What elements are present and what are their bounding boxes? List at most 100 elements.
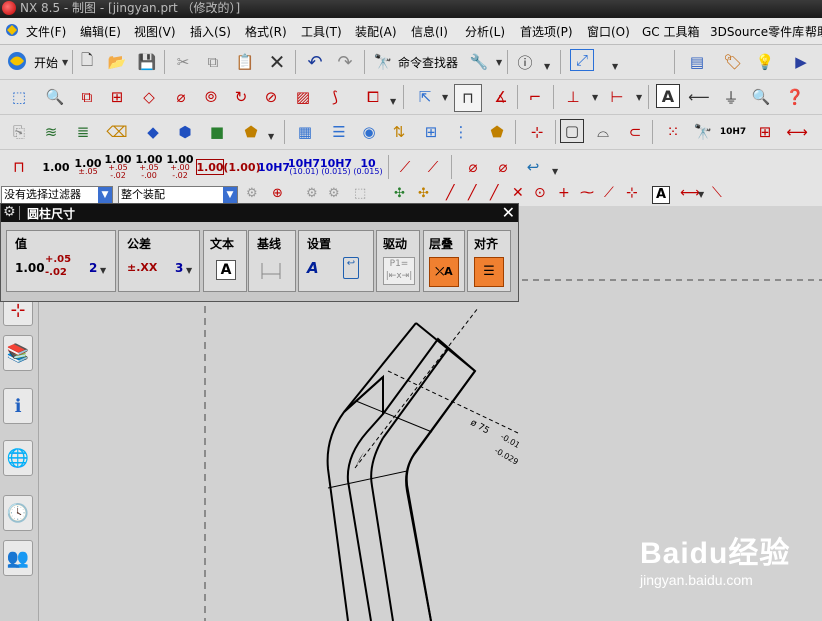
tabular-note-icon[interactable]: ⋮: [448, 119, 474, 145]
baseline-icon[interactable]: [259, 260, 283, 282]
history-icon[interactable]: 🕓: [3, 495, 33, 531]
dropdown-icon[interactable]: ▼: [552, 167, 558, 176]
unfolded-section-icon[interactable]: ▨: [290, 84, 316, 110]
dropdown-icon[interactable]: ▼: [612, 62, 618, 71]
redo-icon[interactable]: ↷: [332, 49, 358, 75]
start-icon[interactable]: [6, 50, 28, 72]
text-select-icon[interactable]: A: [652, 186, 670, 204]
chamfer-dimension-icon[interactable]: ⌐: [522, 84, 548, 110]
type-filter-select[interactable]: 没有选择过滤器 ▼: [1, 186, 113, 204]
dimension-nominal-text[interactable]: ø 75: [469, 418, 491, 437]
menu-window[interactable]: 窗口(O): [587, 23, 630, 40]
snap-tangent-icon[interactable]: ⁓: [580, 185, 594, 201]
layer-settings-icon[interactable]: ≣: [70, 119, 96, 145]
radius-dimension-icon[interactable]: ⟋: [392, 154, 418, 180]
dropdown-icon[interactable]: ▼: [442, 93, 448, 102]
new-sheet-icon[interactable]: ⬚: [6, 84, 32, 110]
menu-insert[interactable]: 插入(S): [190, 23, 231, 40]
parts-list-icon[interactable]: ☰: [326, 119, 352, 145]
zoom-icon[interactable]: 🔍: [748, 84, 774, 110]
internet-explorer-icon[interactable]: ℹ: [3, 388, 33, 424]
nx-menu-icon[interactable]: [4, 22, 20, 38]
tolerance-format[interactable]: ±.XX: [127, 261, 157, 274]
start-dropdown-icon[interactable]: ▼: [62, 58, 68, 67]
zone-icon[interactable]: ⊂: [622, 119, 648, 145]
chevron-down-icon[interactable]: ▼: [186, 266, 192, 275]
stack-icon[interactable]: ⤫A: [429, 257, 459, 287]
close-icon[interactable]: ✕: [502, 203, 515, 222]
save-icon[interactable]: 💾: [134, 49, 160, 75]
projected-view-icon[interactable]: ⧉: [74, 84, 100, 110]
half-section-icon[interactable]: ⦾: [198, 84, 224, 110]
note-icon[interactable]: A: [656, 84, 680, 108]
dimension-align-icon[interactable]: ⟷: [784, 119, 810, 145]
angular-dimension-icon[interactable]: ∡: [488, 84, 514, 110]
table-note-icon[interactable]: ▦: [292, 119, 318, 145]
cylinder-section-icon[interactable]: ⊘: [258, 84, 284, 110]
solid-shade-icon[interactable]: ■: [204, 119, 230, 145]
view-style-icon[interactable]: ⎘: [6, 119, 32, 145]
cut-icon[interactable]: ✂: [170, 49, 196, 75]
web-browser-icon[interactable]: 🌐: [3, 440, 33, 476]
base-view-icon[interactable]: 🔍: [42, 84, 68, 110]
paste-icon[interactable]: 📋: [232, 49, 258, 75]
origin-icon[interactable]: ⊹: [524, 119, 550, 145]
dimension-upper-tol[interactable]: -0.01: [499, 432, 521, 450]
hole-table-icon[interactable]: ⊞: [418, 119, 444, 145]
menu-gc-toolbox[interactable]: GC 工具箱: [642, 23, 700, 40]
undo-icon[interactable]: ↶: [302, 49, 328, 75]
hole-diameter-icon[interactable]: ⌀: [490, 154, 516, 180]
grid-dimension-icon[interactable]: ⊞: [752, 119, 778, 145]
ordinate-dimension-icon[interactable]: ⊢: [604, 84, 630, 110]
snap-intersection-icon[interactable]: ✕: [512, 185, 524, 201]
select-multiple-icon[interactable]: ⚙: [328, 186, 340, 201]
auto-balloon-icon[interactable]: ◉: [356, 119, 382, 145]
surface-finish-icon[interactable]: ◆: [140, 119, 166, 145]
leader-select-icon[interactable]: ⟍: [712, 185, 722, 201]
value-nominal[interactable]: 1.00: [15, 261, 45, 275]
fit-view-icon[interactable]: ⤢: [570, 49, 594, 71]
tolerance-precision[interactable]: 3: [175, 261, 183, 275]
centerline-icon[interactable]: ⇱: [412, 84, 438, 110]
delete-icon[interactable]: ✕: [264, 49, 290, 75]
tag-icon[interactable]: 🏷: [720, 49, 746, 75]
snap-grid-icon[interactable]: ✣: [418, 186, 429, 201]
help-query-icon[interactable]: ❓: [782, 84, 808, 110]
cylindrical-dimension-icon[interactable]: ⊓: [454, 84, 482, 112]
menu-assembly[interactable]: 装配(A): [355, 23, 397, 40]
find-binoculars-icon[interactable]: 🔭: [690, 119, 716, 145]
detail-view-icon[interactable]: ⊞: [104, 84, 130, 110]
align-icon[interactable]: ☰: [474, 257, 504, 287]
view-breakout-icon[interactable]: ⁙: [660, 119, 686, 145]
roles-icon[interactable]: 👥: [3, 540, 33, 576]
snap-existing-icon[interactable]: ⊹: [626, 185, 638, 201]
menu-information[interactable]: 信息(I): [411, 23, 448, 40]
title-block-icon[interactable]: ⌓: [590, 119, 616, 145]
snap-settings-icon[interactable]: ⚙: [246, 186, 258, 201]
new-file-icon[interactable]: 🗋: [74, 49, 100, 75]
rectangle-select-icon[interactable]: ⬚: [354, 186, 366, 201]
eraser-icon[interactable]: ⌫: [104, 119, 130, 145]
abc-label-icon[interactable]: ⬟: [484, 119, 510, 145]
sort-icon[interactable]: ⇅: [386, 119, 412, 145]
label-icon[interactable]: ⟵: [686, 84, 712, 110]
basic-dimension-button[interactable]: 1.00: [196, 159, 224, 175]
fit-button-1[interactable]: 10H7: [258, 153, 290, 181]
limit-tol-button[interactable]: 1.00 +.05 -.02: [104, 153, 132, 181]
value-lower-tol[interactable]: -.02: [45, 267, 67, 278]
dropdown-icon[interactable]: ▼: [496, 58, 502, 67]
datum-target-icon[interactable]: ⏚: [718, 84, 744, 110]
snap-quadrant-icon[interactable]: +: [558, 185, 570, 201]
update-view-icon[interactable]: ⧠: [360, 84, 386, 110]
play-macro-icon[interactable]: ▶: [788, 49, 814, 75]
dropdown-icon[interactable]: ▼: [390, 97, 396, 106]
open-folder-icon[interactable]: 📂: [104, 49, 130, 75]
layers-icon[interactable]: ≋: [38, 119, 64, 145]
selection-point-icon[interactable]: ⊕: [272, 186, 283, 201]
binoculars-icon[interactable]: 🔭: [370, 49, 396, 75]
baseline-dimension-icon[interactable]: ⊥: [560, 84, 586, 110]
style-inherit-icon[interactable]: ↩: [343, 257, 359, 279]
partial-section-icon[interactable]: ⟆: [322, 84, 348, 110]
menu-file[interactable]: 文件(F): [26, 23, 66, 40]
dropdown-icon[interactable]: ▼: [268, 132, 274, 141]
